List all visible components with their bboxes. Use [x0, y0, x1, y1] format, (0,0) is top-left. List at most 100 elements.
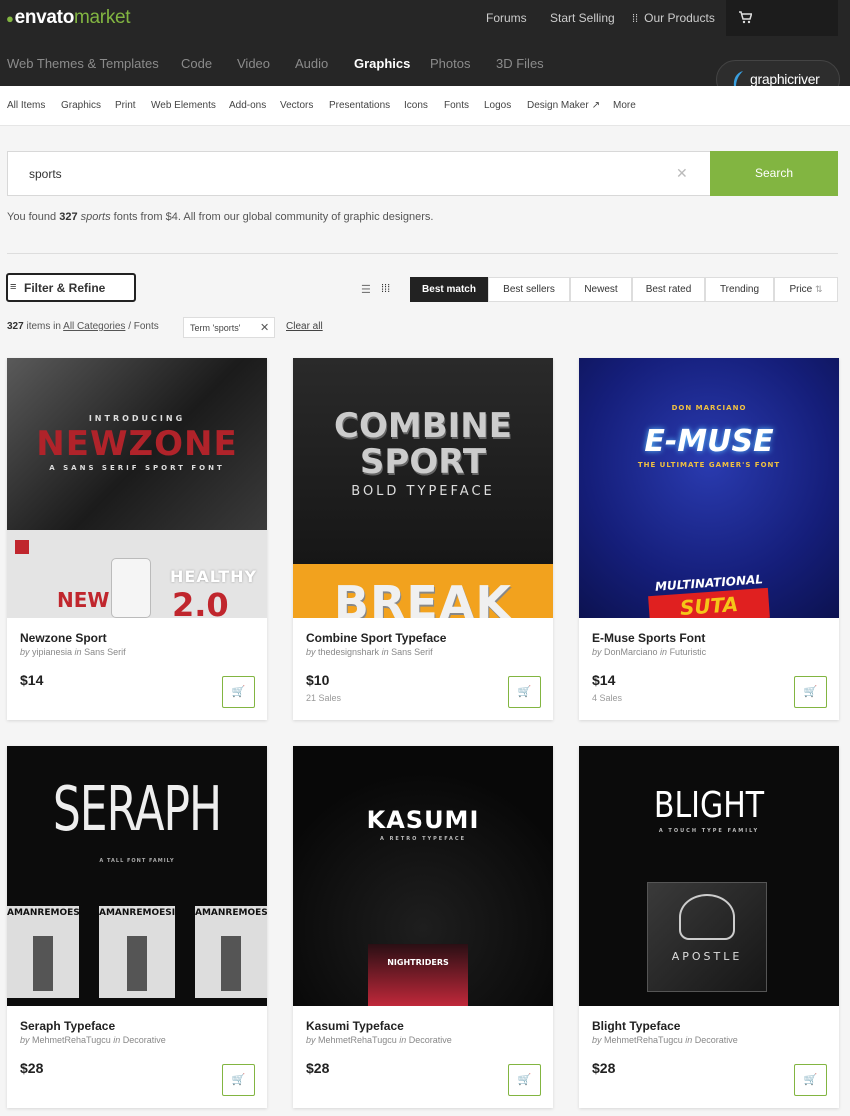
- sort-trending[interactable]: Trending: [705, 277, 774, 302]
- nav-graphics[interactable]: Graphics: [354, 56, 410, 71]
- search-button[interactable]: Search: [710, 151, 838, 196]
- cart-icon: 🛒: [803, 1074, 818, 1086]
- product-card[interactable]: SERAPH A TALL FONT FAMILY AMANREMOESIA A…: [7, 746, 267, 1108]
- subnav-add-ons[interactable]: Add-ons: [229, 100, 266, 111]
- product-byline: by MehmetRehaTugcu in Decorative: [20, 1035, 166, 1045]
- product-title[interactable]: Newzone Sport: [20, 631, 107, 645]
- term-filter-tag: Term 'sports' ✕: [183, 317, 275, 338]
- external-link-icon: ↗: [591, 100, 601, 111]
- product-card[interactable]: DON MARCIANO E-MUSE THE ULTIMATE GAMER'S…: [579, 358, 839, 720]
- product-card[interactable]: INTRODUCING NEWZONE A SANS SERIF SPORT F…: [7, 358, 267, 720]
- start-selling-link[interactable]: Start Selling: [550, 11, 615, 25]
- add-to-cart-button[interactable]: 🛒: [794, 676, 827, 708]
- results-summary: You found 327 sports fonts from $4. All …: [7, 211, 434, 223]
- nav-video[interactable]: Video: [237, 56, 270, 71]
- add-to-cart-button[interactable]: 🛒: [222, 676, 255, 708]
- sort-best-rated[interactable]: Best rated: [632, 277, 705, 302]
- product-thumbnail[interactable]: INTRODUCING NEWZONE A SANS SERIF SPORT F…: [7, 358, 267, 618]
- cart-icon: 🛒: [803, 686, 818, 698]
- search-input[interactable]: sports ✕: [7, 151, 710, 196]
- subnav-logos[interactable]: Logos: [484, 100, 511, 111]
- grid-view-icon[interactable]: ⁞⁞⁞: [381, 283, 390, 295]
- our-products-link[interactable]: ⁞⁞ Our Products: [632, 11, 715, 25]
- filter-refine-button[interactable]: ≡ Filter & Refine: [6, 273, 136, 302]
- product-thumbnail[interactable]: COMBINE SPORT BOLD TYPEFACE BREAK: [293, 358, 553, 618]
- sort-newest[interactable]: Newest: [570, 277, 632, 302]
- author-link[interactable]: DonMarciano: [604, 647, 658, 657]
- subnav-design-maker[interactable]: Design Maker ↗: [527, 100, 600, 111]
- subnav-fonts[interactable]: Fonts: [444, 100, 469, 111]
- nav-3d-files[interactable]: 3D Files: [496, 56, 544, 71]
- sort-price[interactable]: Price ⇅: [774, 277, 838, 302]
- cart-icon: 🛒: [231, 1074, 246, 1086]
- product-thumbnail[interactable]: KASUMI A RETRO TYPEFACE NIGHTRIDERS: [293, 746, 553, 1006]
- search-query-text: sports: [29, 167, 62, 181]
- product-byline: by thedesignshark in Sans Serif: [306, 647, 433, 657]
- product-price: $28: [306, 1060, 330, 1076]
- category-subnav: All Items Graphics Print Web Elements Ad…: [0, 86, 850, 126]
- sort-best-sellers[interactable]: Best sellers: [488, 277, 570, 302]
- subnav-vectors[interactable]: Vectors: [280, 100, 313, 111]
- author-link[interactable]: MehmetRehaTugcu: [32, 1035, 111, 1045]
- product-byline: by MehmetRehaTugcu in Decorative: [592, 1035, 738, 1045]
- product-card[interactable]: BLIGHT A TOUCH TYPE FAMILY APOSTLE Bligh…: [579, 746, 839, 1108]
- product-sales: 21 Sales: [306, 693, 342, 703]
- author-link[interactable]: yipianesia: [32, 647, 72, 657]
- nav-audio[interactable]: Audio: [295, 56, 328, 71]
- subnav-all-items[interactable]: All Items: [7, 100, 45, 111]
- subnav-web-elements[interactable]: Web Elements: [151, 100, 216, 111]
- nav-web-themes[interactable]: Web Themes & Templates: [7, 56, 159, 71]
- add-to-cart-button[interactable]: 🛒: [794, 1064, 827, 1096]
- nav-code[interactable]: Code: [181, 56, 212, 71]
- product-price: $14: [20, 672, 44, 688]
- add-to-cart-button[interactable]: 🛒: [222, 1064, 255, 1096]
- product-thumbnail[interactable]: BLIGHT A TOUCH TYPE FAMILY APOSTLE: [579, 746, 839, 1006]
- product-byline: by MehmetRehaTugcu in Decorative: [306, 1035, 452, 1045]
- product-title[interactable]: Combine Sport Typeface: [306, 631, 446, 645]
- product-byline: by DonMarciano in Futuristic: [592, 647, 707, 657]
- subnav-graphics[interactable]: Graphics: [61, 100, 101, 111]
- list-view-icon[interactable]: ☰: [361, 283, 371, 296]
- clear-all-link[interactable]: Clear all: [286, 321, 323, 332]
- add-to-cart-button[interactable]: 🛒: [508, 676, 541, 708]
- category-link[interactable]: Sans Serif: [391, 647, 433, 657]
- product-thumbnail[interactable]: DON MARCIANO E-MUSE THE ULTIMATE GAMER'S…: [579, 358, 839, 618]
- product-thumbnail[interactable]: SERAPH A TALL FONT FAMILY AMANREMOESIA A…: [7, 746, 267, 1006]
- forums-link[interactable]: Forums: [486, 11, 527, 25]
- clear-search-icon[interactable]: ✕: [676, 165, 688, 182]
- cart-icon: 🛒: [517, 1074, 532, 1086]
- items-breadcrumb: 327 items in All Categories / Fonts: [7, 321, 159, 332]
- subnav-presentations[interactable]: Presentations: [329, 100, 390, 111]
- author-link[interactable]: MehmetRehaTugcu: [604, 1035, 683, 1045]
- cart-button[interactable]: [726, 0, 838, 36]
- author-link[interactable]: thedesignshark: [318, 647, 379, 657]
- subnav-icons[interactable]: Icons: [404, 100, 428, 111]
- product-title[interactable]: Kasumi Typeface: [306, 1019, 404, 1033]
- subnav-print[interactable]: Print: [115, 100, 136, 111]
- category-link[interactable]: Decorative: [123, 1035, 166, 1045]
- add-to-cart-button[interactable]: 🛒: [508, 1064, 541, 1096]
- category-link[interactable]: Futuristic: [670, 647, 707, 657]
- sort-arrows-icon: ⇅: [815, 284, 823, 294]
- product-title[interactable]: Seraph Typeface: [20, 1019, 115, 1033]
- product-card[interactable]: KASUMI A RETRO TYPEFACE NIGHTRIDERS Kasu…: [293, 746, 553, 1108]
- filter-lines-icon: ≡: [10, 281, 17, 293]
- product-title[interactable]: Blight Typeface: [592, 1019, 680, 1033]
- remove-term-icon[interactable]: ✕: [260, 321, 269, 334]
- envato-market-logo[interactable]: ●envatomarket: [6, 7, 131, 29]
- sort-best-match[interactable]: Best match: [410, 277, 488, 302]
- nav-photos[interactable]: Photos: [430, 56, 470, 71]
- product-title[interactable]: E-Muse Sports Font: [592, 631, 705, 645]
- divider: [7, 253, 838, 254]
- product-price: $28: [20, 1060, 44, 1076]
- category-link[interactable]: Decorative: [409, 1035, 452, 1045]
- product-price: $10: [306, 672, 330, 688]
- product-price: $28: [592, 1060, 616, 1076]
- product-price: $14: [592, 672, 616, 688]
- category-link[interactable]: Sans Serif: [84, 647, 126, 657]
- author-link[interactable]: MehmetRehaTugcu: [318, 1035, 397, 1045]
- category-link[interactable]: Decorative: [695, 1035, 738, 1045]
- product-card[interactable]: COMBINE SPORT BOLD TYPEFACE BREAK Combin…: [293, 358, 553, 720]
- subnav-more[interactable]: More: [613, 100, 636, 111]
- all-categories-link[interactable]: All Categories: [63, 321, 125, 332]
